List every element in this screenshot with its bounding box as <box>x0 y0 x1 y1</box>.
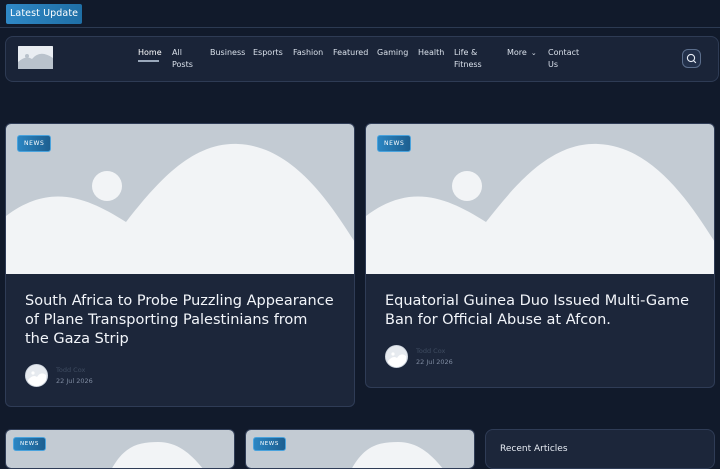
category-badge[interactable]: NEWS <box>13 437 46 451</box>
nav-item-more[interactable]: More ⌄ <box>507 47 537 60</box>
post-image[interactable] <box>6 124 354 274</box>
nav-item-label: Contact Us <box>548 48 580 69</box>
nav-item-label: Home <box>138 48 162 57</box>
site-logo[interactable] <box>18 46 53 69</box>
nav-item-all-posts[interactable]: All Posts <box>172 47 194 70</box>
nav-item-gaming[interactable]: Gaming <box>377 47 408 59</box>
avatar-placeholder-icon <box>386 346 407 367</box>
avatar-placeholder-icon <box>26 365 47 386</box>
post-card[interactable]: NEWS <box>245 429 475 469</box>
category-badge[interactable]: NEWS <box>377 135 412 152</box>
author-avatar[interactable] <box>385 345 408 368</box>
widget-title: Recent Articles <box>500 444 568 454</box>
nav-item-featured[interactable]: Featured <box>333 47 368 59</box>
search-button[interactable] <box>682 49 701 68</box>
post-image[interactable] <box>366 124 714 274</box>
nav-item-label: Esports <box>253 48 283 57</box>
post-date: 22 Jul 2026 <box>56 377 93 385</box>
author-avatar[interactable] <box>25 364 48 387</box>
nav-item-label: Fashion <box>293 48 324 57</box>
image-placeholder-icon <box>366 124 714 274</box>
recent-articles-widget: Recent Articles <box>485 429 715 469</box>
category-badge[interactable]: NEWS <box>17 135 52 152</box>
nav-item-label: Featured <box>333 48 369 57</box>
site-header: Home All Posts Business Esports Fashion … <box>5 36 719 82</box>
chevron-down-icon: ⌄ <box>530 49 537 57</box>
nav-item-esports[interactable]: Esports <box>253 47 283 59</box>
post-title[interactable]: Equatorial Guinea Duo Issued Multi-Game … <box>385 292 695 330</box>
image-placeholder-icon <box>18 46 53 69</box>
nav-item-contact-us[interactable]: Contact Us <box>548 47 580 70</box>
category-badge[interactable]: NEWS <box>253 437 286 451</box>
author-name[interactable]: Todd Cox <box>56 366 85 374</box>
latest-update-button[interactable]: Latest Update <box>6 4 83 24</box>
nav-item-label: All Posts <box>172 48 193 69</box>
nav-item-label: Business <box>210 48 246 57</box>
post-card[interactable]: NEWS South Africa to Probe Puzzling Appe… <box>5 123 355 407</box>
nav-item-health[interactable]: Health <box>418 47 444 59</box>
nav-item-business[interactable]: Business <box>210 47 245 59</box>
search-icon <box>686 53 697 64</box>
post-card[interactable]: NEWS <box>5 429 235 469</box>
nav-item-label: Health <box>418 48 445 57</box>
image-placeholder-icon <box>6 124 354 274</box>
nav-item-label: Life & Fitness <box>454 48 482 69</box>
nav-item-fashion[interactable]: Fashion <box>293 47 323 59</box>
post-card[interactable]: NEWS Equatorial Guinea Duo Issued Multi-… <box>365 123 715 388</box>
post-title[interactable]: South Africa to Probe Puzzling Appearanc… <box>25 292 335 349</box>
active-indicator <box>138 60 159 62</box>
nav-item-home[interactable]: Home <box>138 47 162 62</box>
author-name[interactable]: Todd Cox <box>416 347 445 355</box>
post-date: 22 Jul 2026 <box>416 358 453 366</box>
ticker-bar: Latest Update <box>0 0 720 28</box>
nav-item-life-fitness[interactable]: Life & Fitness <box>454 47 486 70</box>
nav-item-label: More <box>507 48 527 57</box>
nav-item-label: Gaming <box>377 48 409 57</box>
